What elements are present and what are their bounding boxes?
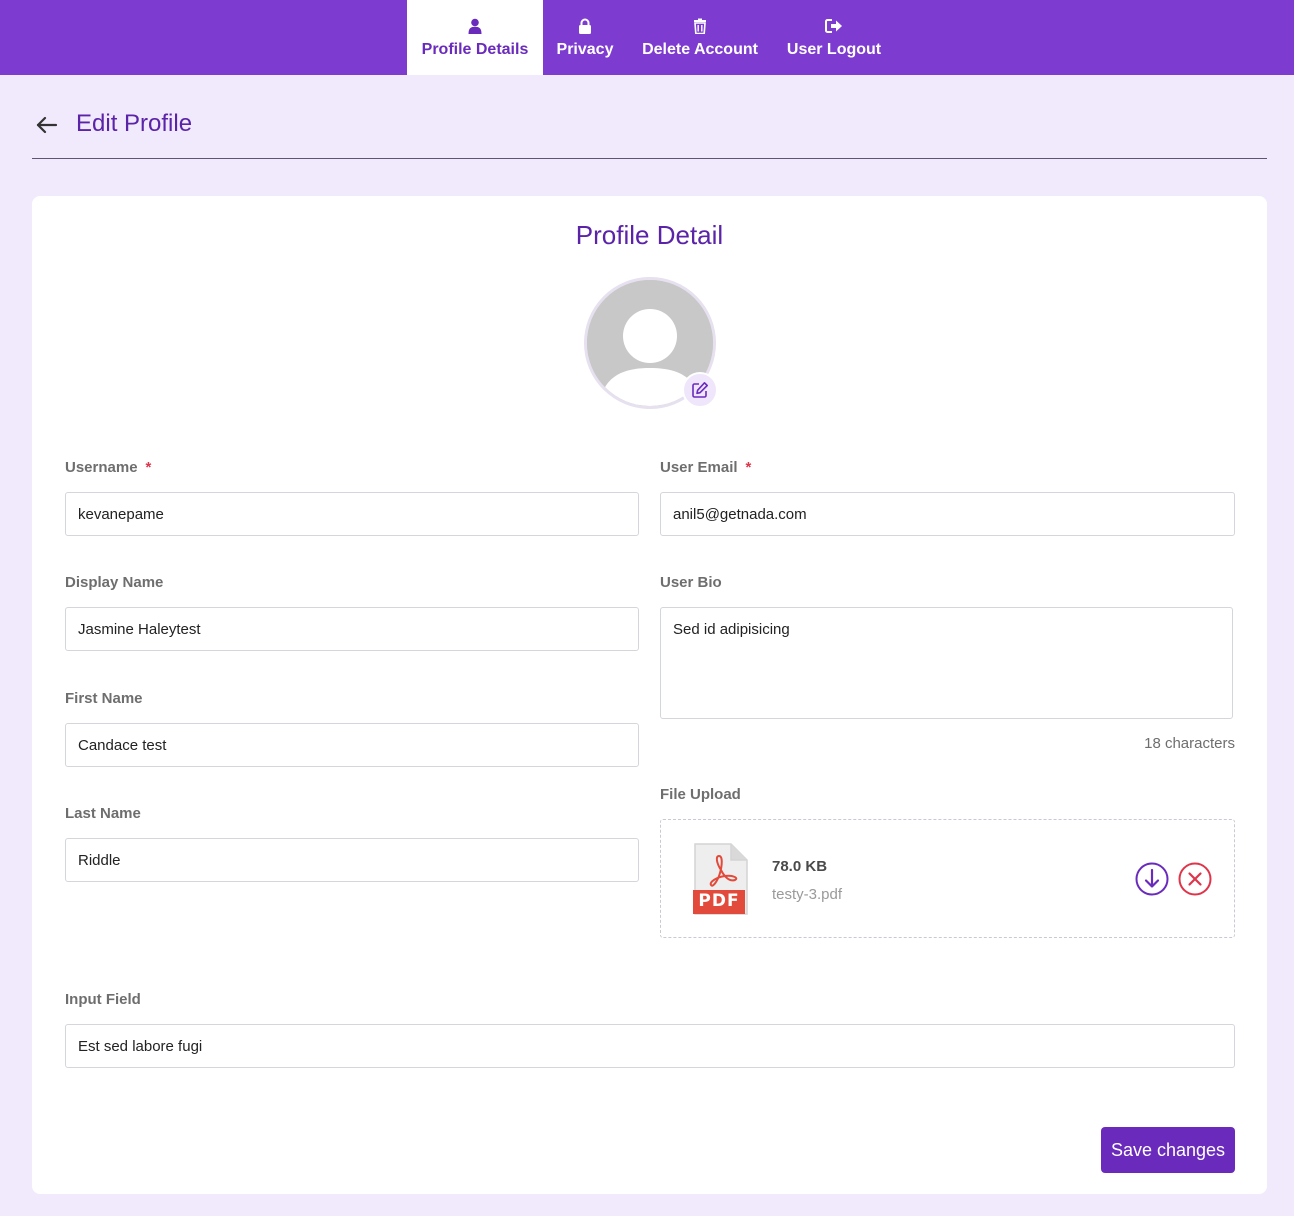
file-upload-area[interactable]: PDF 78.0 KB testy-3.pdf — [660, 819, 1235, 938]
email-label-text: User Email — [660, 459, 738, 476]
first-name-value: Candace test — [78, 736, 167, 754]
file-name: testy-3.pdf — [772, 886, 843, 903]
bio-textarea[interactable]: Sed id adipisicing — [660, 607, 1233, 719]
email-value: anil5@getnada.com — [673, 505, 807, 523]
email-input[interactable]: anil5@getnada.com — [660, 492, 1235, 536]
remove-file-button[interactable] — [1178, 862, 1212, 896]
back-button[interactable] — [34, 112, 60, 138]
last-name-value: Riddle — [78, 851, 121, 869]
top-nav: Profile Details Privacy Delete Account U… — [0, 0, 1294, 75]
last-name-label: Last Name — [65, 805, 141, 822]
avatar-edit-button[interactable] — [682, 372, 718, 408]
tab-privacy[interactable]: Privacy — [543, 0, 627, 75]
download-icon — [1135, 862, 1169, 896]
bio-value: Sed id adipisicing — [673, 621, 790, 638]
card-title: Profile Detail — [575, 220, 724, 250]
pdf-file-icon: PDF — [693, 842, 749, 916]
pdf-label: PDF — [698, 891, 740, 911]
close-icon — [1178, 862, 1212, 896]
file-upload-label: File Upload — [660, 786, 741, 803]
file-size: 78.0 KB — [772, 858, 828, 875]
bio-label: User Bio — [660, 574, 722, 591]
tab-label: User Logout — [786, 41, 882, 58]
username-value: kevanepame — [78, 505, 164, 523]
username-label: Username * — [65, 459, 151, 476]
save-button[interactable]: Save changes — [1101, 1127, 1235, 1173]
input-field-input[interactable]: Est sed labore fugi — [65, 1024, 1235, 1068]
bio-char-count: 18 characters — [1144, 735, 1235, 752]
trash-icon — [691, 17, 709, 35]
first-name-input[interactable]: Candace test — [65, 723, 639, 767]
lock-icon — [576, 17, 594, 35]
profile-card: Profile Detail Username * kevanepame User… — [32, 196, 1267, 1194]
logout-icon — [825, 17, 843, 35]
email-label: User Email * — [660, 459, 751, 476]
edit-icon — [692, 382, 708, 398]
display-name-label: Display Name — [65, 574, 164, 591]
page-title: Edit Profile — [76, 110, 193, 137]
input-field-value: Est sed labore fugi — [78, 1037, 203, 1055]
tab-label: Delete Account — [642, 41, 758, 58]
header-divider — [32, 158, 1267, 159]
first-name-label: First Name — [65, 690, 143, 707]
tab-user-logout[interactable]: User Logout — [775, 0, 893, 75]
required-marker: * — [145, 459, 152, 476]
tab-profile-details[interactable]: Profile Details — [407, 0, 543, 75]
user-icon — [466, 17, 484, 35]
arrow-left-icon — [36, 116, 58, 134]
tab-label: Profile Details — [421, 41, 529, 58]
display-name-input[interactable]: Jasmine Haleytest — [65, 607, 639, 651]
display-name-value: Jasmine Haleytest — [78, 620, 201, 638]
required-marker: * — [745, 459, 752, 476]
last-name-input[interactable]: Riddle — [65, 838, 639, 882]
tab-label: Privacy — [556, 41, 614, 58]
username-input[interactable]: kevanepame — [65, 492, 639, 536]
input-field-label: Input Field — [65, 991, 141, 1008]
username-label-text: Username — [65, 459, 138, 476]
download-button[interactable] — [1135, 862, 1169, 896]
tab-delete-account[interactable]: Delete Account — [635, 0, 765, 75]
